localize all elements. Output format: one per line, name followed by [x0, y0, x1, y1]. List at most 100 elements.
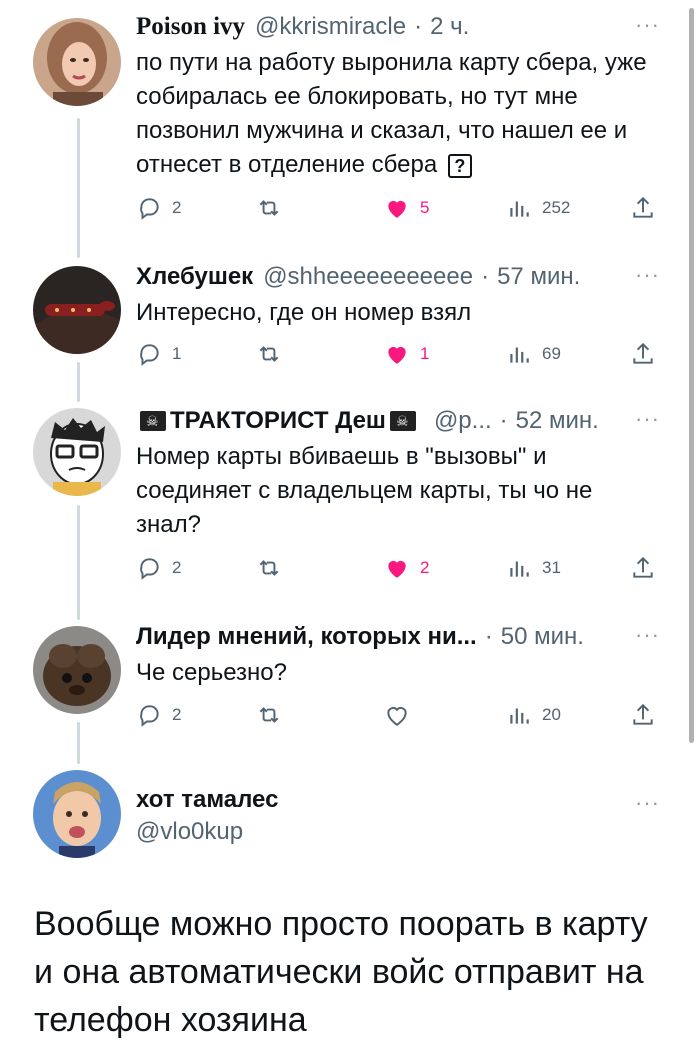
reply-button[interactable]: 1: [136, 341, 181, 367]
tweet-actions: 2 2 31: [136, 553, 660, 583]
share-button[interactable]: [630, 195, 656, 221]
tweet-text: Интересно, где он номер взял: [136, 299, 472, 326]
reply-count: 2: [172, 705, 182, 724]
views-count: 69: [542, 344, 561, 363]
heart-icon: [387, 707, 407, 726]
share-icon: [633, 556, 653, 578]
author-name[interactable]: Лидер мнений, которых ни...: [136, 622, 477, 652]
retweet-icon: [259, 346, 279, 362]
views-button[interactable]: 69: [506, 341, 561, 367]
timestamp[interactable]: 52 мин.: [516, 406, 599, 436]
like-count: 2: [420, 558, 430, 577]
reply-icon: [140, 705, 159, 727]
thread-line: [77, 722, 80, 764]
pirate-flag-icon: [140, 411, 166, 431]
author-name[interactable]: хот тамалес: [136, 786, 660, 814]
retweet-button[interactable]: [256, 555, 282, 581]
avatar[interactable]: [33, 408, 121, 496]
retweet-icon: [259, 200, 279, 216]
timestamp[interactable]: 50 мин.: [501, 622, 584, 652]
tweet-text: Номер карты вбиваешь в "вызовы" и соедин…: [136, 443, 593, 538]
views-count: 31: [542, 558, 561, 577]
reply-icon: [140, 198, 159, 220]
tweet-header: ТРАКТОРИСТ Деш @р... · 52 мин.: [136, 406, 660, 436]
author-name[interactable]: Poison ivy: [136, 12, 245, 42]
thread-line: [77, 118, 80, 258]
share-icon: [633, 703, 653, 725]
tweet-header: Poison ivy @kkrismiracle · 2 ч.: [136, 12, 660, 42]
tweet-text: по пути на работу выронила карту сбера, …: [136, 46, 660, 182]
like-button[interactable]: 5: [384, 195, 429, 221]
retweet-icon: [259, 707, 279, 723]
views-count: 20: [542, 705, 561, 724]
more-icon[interactable]: ···: [635, 262, 660, 288]
heart-icon: [388, 200, 406, 218]
more-icon[interactable]: ···: [635, 622, 660, 648]
tweet-actions: 2 20: [136, 700, 660, 730]
like-button[interactable]: 2: [384, 555, 429, 581]
separator: ·: [414, 13, 423, 40]
timestamp[interactable]: 57 мин.: [497, 262, 580, 292]
heart-icon: [388, 560, 406, 578]
share-button[interactable]: [630, 341, 656, 367]
more-icon[interactable]: ···: [635, 790, 660, 816]
reply-icon: [140, 558, 159, 580]
scrollbar[interactable]: [689, 8, 694, 743]
tweet-actions: 2 5 252: [136, 193, 660, 223]
avatar[interactable]: [33, 626, 121, 714]
views-icon: [510, 708, 529, 724]
separator: ·: [481, 263, 490, 290]
pirate-flag-icon: [389, 411, 416, 431]
reply-count: 2: [172, 198, 182, 217]
thread-line: [77, 505, 80, 620]
views-icon: [510, 201, 529, 217]
timestamp[interactable]: 2 ч.: [430, 12, 469, 42]
tweet-text: Че серьезно?: [136, 659, 287, 686]
reply-count: 2: [172, 558, 182, 577]
views-count: 252: [542, 198, 571, 217]
reply-count: 1: [172, 344, 182, 363]
main-tweet-text: Вообще можно просто поорать в карту и он…: [34, 905, 648, 1039]
share-button[interactable]: [630, 555, 656, 581]
tweet-header: Хлебушек @shheeeeeeeeeee · 57 мин.: [136, 262, 660, 292]
tweet-header: Лидер мнений, которых ни... · 50 мин.: [136, 622, 660, 652]
avatar[interactable]: [33, 266, 121, 354]
tweet-actions: 1 1 69: [136, 339, 660, 369]
views-button[interactable]: 31: [506, 555, 561, 581]
avatar[interactable]: [33, 18, 121, 106]
avatar[interactable]: [33, 770, 121, 858]
reply-icon: [140, 344, 159, 366]
author-handle[interactable]: @р...: [434, 406, 492, 436]
tweet-text-content: по пути на работу выронила карту сбера, …: [136, 49, 647, 178]
reply-button[interactable]: 2: [136, 195, 181, 221]
author-name[interactable]: Хлебушек: [136, 262, 253, 292]
like-count: 5: [420, 198, 430, 217]
share-button[interactable]: [630, 702, 656, 728]
like-button[interactable]: 1: [384, 341, 429, 367]
retweet-button[interactable]: [256, 702, 282, 728]
separator: ·: [484, 623, 493, 650]
thread-line: [77, 362, 80, 402]
more-icon[interactable]: ···: [635, 12, 660, 38]
author-name[interactable]: ТРАКТОРИСТ Деш: [170, 406, 386, 436]
retweet-button[interactable]: [256, 341, 282, 367]
author-handle[interactable]: @shheeeeeeeeeee: [263, 262, 473, 292]
reply-button[interactable]: 2: [136, 702, 181, 728]
views-button[interactable]: 20: [506, 702, 561, 728]
more-icon[interactable]: ···: [635, 406, 660, 432]
share-icon: [633, 342, 653, 364]
retweet-button[interactable]: [256, 195, 282, 221]
author-handle[interactable]: @vlo0kup: [136, 818, 660, 846]
views-icon: [510, 347, 529, 363]
author-handle[interactable]: @kkrismiracle: [255, 12, 406, 42]
like-count: 1: [420, 344, 430, 363]
views-icon: [510, 561, 529, 577]
reply-button[interactable]: 2: [136, 555, 181, 581]
question-emoji-icon: ?: [447, 153, 472, 178]
share-icon: [633, 196, 653, 218]
heart-icon: [388, 346, 406, 364]
retweet-icon: [259, 560, 279, 576]
separator: ·: [499, 407, 508, 434]
like-button[interactable]: [384, 702, 410, 728]
views-button[interactable]: 252: [506, 195, 570, 221]
